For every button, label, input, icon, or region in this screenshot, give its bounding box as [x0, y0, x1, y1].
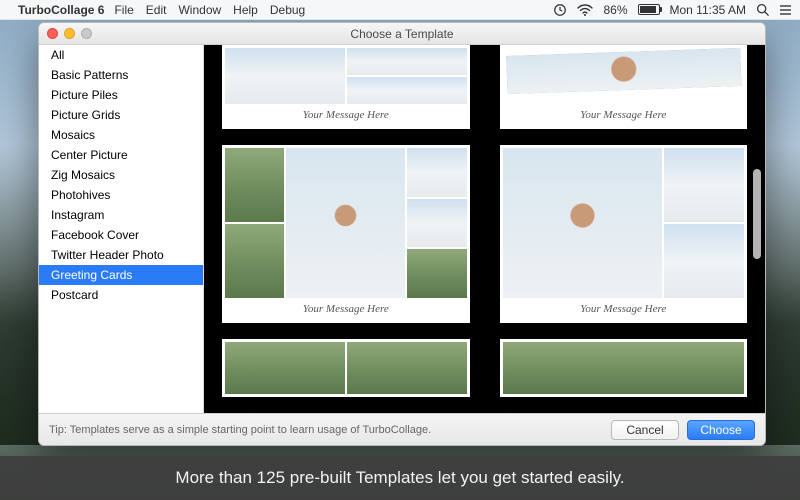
- mac-menubar: TurboCollage 6 File Edit Window Help Deb…: [0, 0, 800, 20]
- close-button[interactable]: [47, 28, 58, 39]
- battery-icon[interactable]: [638, 4, 660, 15]
- sidebar-item-center-picture[interactable]: Center Picture: [39, 145, 203, 165]
- time-machine-icon[interactable]: [553, 3, 567, 17]
- category-sidebar: All Basic Patterns Picture Piles Picture…: [39, 45, 204, 413]
- window-titlebar[interactable]: Choose a Template: [39, 23, 765, 45]
- spotlight-icon[interactable]: [756, 3, 769, 16]
- sidebar-item-picture-piles[interactable]: Picture Piles: [39, 85, 203, 105]
- cancel-button[interactable]: Cancel: [611, 420, 679, 440]
- scrollbar-thumb[interactable]: [753, 169, 761, 259]
- template-thumbnail[interactable]: [500, 339, 748, 397]
- zoom-button[interactable]: [81, 28, 92, 39]
- menu-window[interactable]: Window: [178, 3, 221, 17]
- wifi-icon[interactable]: [577, 4, 593, 16]
- sidebar-item-mosaics[interactable]: Mosaics: [39, 125, 203, 145]
- template-thumbnail[interactable]: Your Message Here: [500, 45, 748, 129]
- sidebar-item-all[interactable]: All: [39, 45, 203, 65]
- photo-placeholder: [664, 224, 744, 298]
- sidebar-item-greeting-cards[interactable]: Greeting Cards: [39, 265, 203, 285]
- window-title: Choose a Template: [350, 27, 453, 41]
- template-thumbnail[interactable]: Your Message Here: [500, 145, 748, 323]
- template-caption: Your Message Here: [225, 298, 467, 320]
- photo-placeholder: [225, 342, 345, 394]
- sidebar-item-zig-mosaics[interactable]: Zig Mosaics: [39, 165, 203, 185]
- photo-placeholder: [502, 45, 745, 108]
- template-thumbnail[interactable]: [222, 339, 470, 397]
- photo-placeholder: [503, 342, 745, 394]
- template-caption: Your Message Here: [225, 104, 467, 126]
- menu-help[interactable]: Help: [233, 3, 258, 17]
- photo-placeholder: [407, 249, 466, 298]
- sidebar-item-facebook-cover[interactable]: Facebook Cover: [39, 225, 203, 245]
- photo-placeholder: [503, 148, 663, 298]
- gallery-scrollbar[interactable]: [751, 49, 763, 409]
- template-gallery[interactable]: Your Message Here Your Message Here: [204, 45, 765, 413]
- menu-file[interactable]: File: [114, 3, 133, 17]
- template-thumbnail[interactable]: Your Message Here: [222, 45, 470, 129]
- photo-placeholder: [407, 199, 466, 248]
- sidebar-item-photohives[interactable]: Photohives: [39, 185, 203, 205]
- minimize-button[interactable]: [64, 28, 75, 39]
- menubar-clock[interactable]: Mon 11:35 AM: [670, 3, 747, 17]
- template-caption: Your Message Here: [503, 298, 745, 320]
- footer-tip: Tip: Templates serve as a simple startin…: [49, 424, 603, 436]
- choose-button[interactable]: Choose: [687, 420, 755, 440]
- menu-debug[interactable]: Debug: [270, 3, 305, 17]
- photo-placeholder: [347, 48, 467, 75]
- sidebar-item-postcard[interactable]: Postcard: [39, 285, 203, 305]
- photo-placeholder: [347, 342, 467, 394]
- sidebar-item-instagram[interactable]: Instagram: [39, 205, 203, 225]
- sidebar-item-twitter-header[interactable]: Twitter Header Photo: [39, 245, 203, 265]
- window-traffic-lights: [47, 28, 92, 39]
- photo-placeholder: [225, 48, 345, 104]
- app-name[interactable]: TurboCollage 6: [18, 3, 104, 17]
- photo-placeholder: [407, 148, 466, 197]
- battery-percent: 86%: [603, 3, 627, 17]
- photo-placeholder: [286, 148, 405, 298]
- photo-placeholder: [225, 224, 284, 298]
- template-chooser-window: Choose a Template All Basic Patterns Pic…: [38, 22, 766, 446]
- marketing-caption-text: More than 125 pre-built Templates let yo…: [175, 468, 624, 488]
- notification-center-icon[interactable]: [779, 4, 792, 16]
- menu-edit[interactable]: Edit: [146, 3, 167, 17]
- template-caption: Your Message Here: [503, 104, 745, 126]
- template-thumbnail[interactable]: Your Message Here: [222, 145, 470, 323]
- marketing-caption: More than 125 pre-built Templates let yo…: [0, 456, 800, 500]
- photo-placeholder: [347, 77, 467, 104]
- photo-placeholder: [664, 148, 744, 222]
- sidebar-item-basic-patterns[interactable]: Basic Patterns: [39, 65, 203, 85]
- sidebar-item-picture-grids[interactable]: Picture Grids: [39, 105, 203, 125]
- photo-placeholder: [225, 148, 284, 222]
- window-footer: Tip: Templates serve as a simple startin…: [39, 413, 765, 445]
